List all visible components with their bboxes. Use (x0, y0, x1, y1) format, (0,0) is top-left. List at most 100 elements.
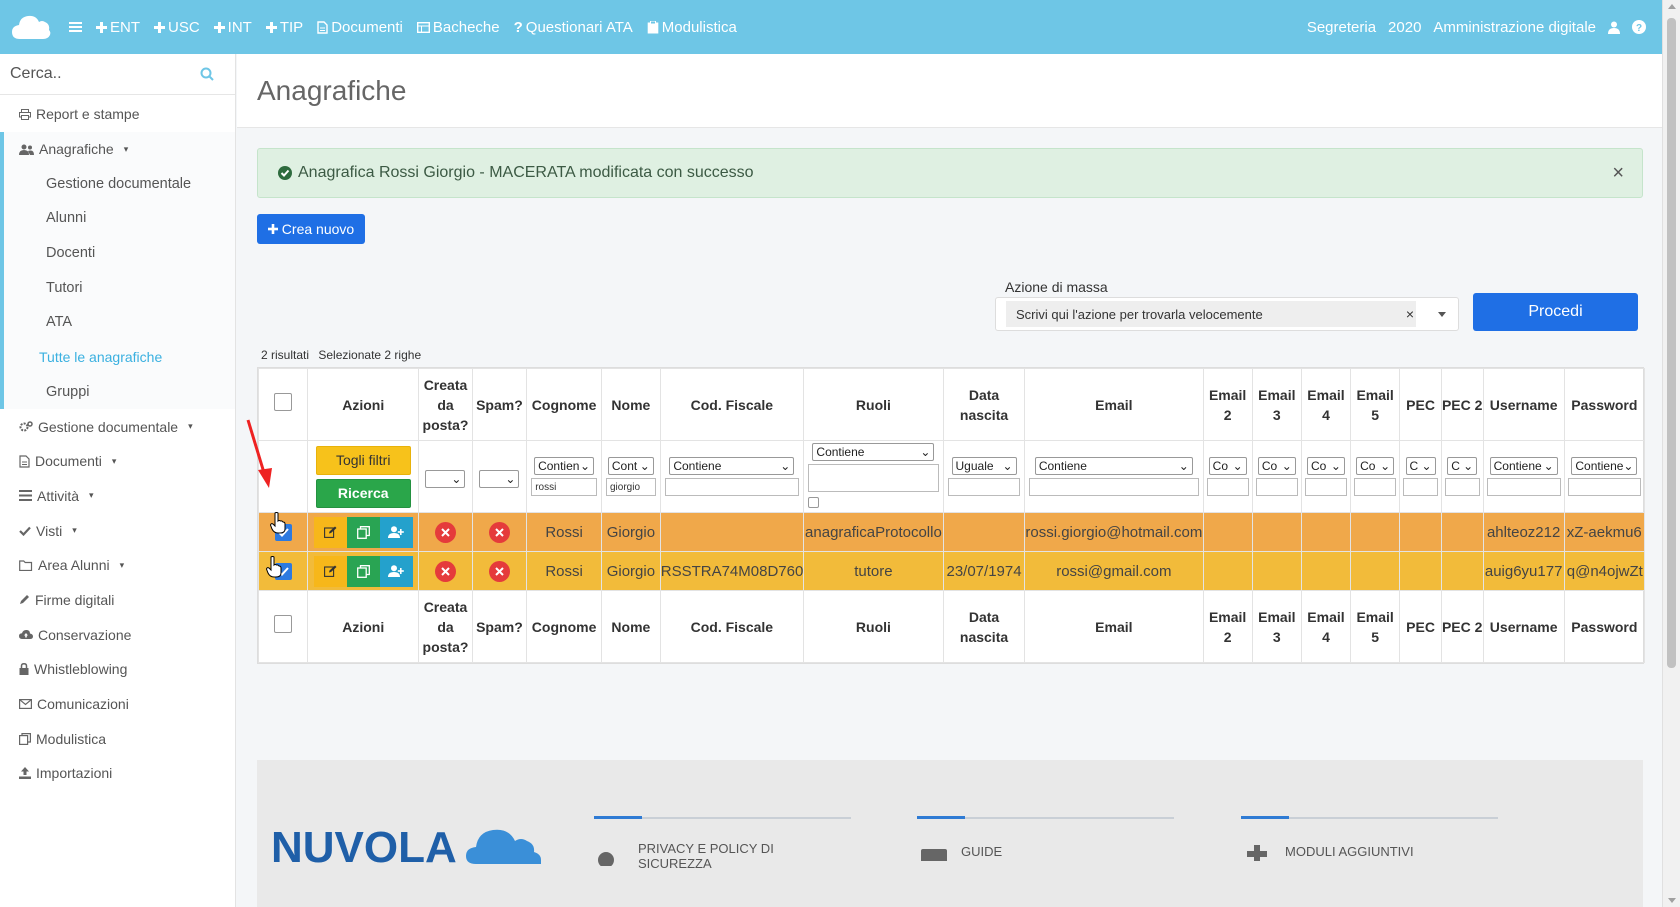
col-header[interactable]: Azioni (307, 368, 420, 441)
email3-op-select[interactable]: Co ⌄ (1257, 457, 1296, 475)
spam-filter-select[interactable]: ⌄ (479, 469, 520, 488)
sidebar-item-modulistica[interactable]: Modulistica (0, 721, 235, 756)
pec2-op-select[interactable]: C ⌄ (1447, 457, 1478, 475)
select-all-checkbox[interactable] (274, 393, 293, 411)
vertical-scrollbar[interactable] (1662, 0, 1680, 907)
email2-filter-input[interactable] (1206, 478, 1249, 496)
duplicate-button[interactable] (346, 516, 380, 548)
nav-usc[interactable]: USC (147, 19, 207, 36)
col-header[interactable]: Cognome (526, 368, 602, 441)
help-icon[interactable]: ? (1632, 20, 1646, 34)
nome-op-select[interactable]: Cont ⌄ (607, 457, 654, 475)
create-new-button[interactable]: Crea nuovo (257, 214, 365, 244)
year-label[interactable]: 2020 (1388, 19, 1421, 36)
nome-filter-input[interactable]: giorgio (605, 478, 656, 496)
col-header[interactable]: PEC 2 (1440, 368, 1484, 441)
app-label[interactable]: Amministrazione digitale (1433, 19, 1596, 36)
col-header[interactable]: Email 3 (1251, 368, 1302, 441)
col-header[interactable]: Email 2 (1202, 368, 1253, 441)
mass-action-select[interactable]: Scrivi qui l'azione per trovarla velocem… (995, 297, 1459, 331)
col-header[interactable]: Spam? (471, 368, 528, 441)
cloud-logo-icon[interactable] (0, 0, 62, 54)
sidebar-item-comunicazioni[interactable]: Comunicazioni (0, 687, 235, 722)
codfiscale-filter-input[interactable] (664, 478, 799, 496)
col-header[interactable]: PEC (1399, 368, 1442, 441)
scroll-thumb[interactable] (1667, 18, 1676, 668)
add-user-button[interactable] (379, 555, 413, 587)
email5-op-select[interactable]: Co ⌄ (1356, 457, 1395, 475)
nav-questionari[interactable]: ? Questionari ATA (507, 19, 640, 36)
pec-op-select[interactable]: C ⌄ (1405, 457, 1436, 475)
menu-toggle[interactable] (62, 21, 89, 33)
table-row[interactable]: Rossi Giorgio RSSTRA74M08D760N tutore 23… (257, 551, 1646, 591)
search-input[interactable] (10, 65, 200, 83)
pec-filter-input[interactable] (1403, 478, 1438, 496)
email-filter-input[interactable] (1029, 478, 1199, 496)
edit-button[interactable] (313, 516, 347, 548)
footer-link-guide[interactable]: GUIDE (917, 841, 1174, 861)
sidebar-item-importazioni[interactable]: Importazioni (0, 756, 235, 791)
sidebar-item-firme[interactable]: Firme digitali (0, 583, 235, 618)
ruoli-op-select[interactable]: Contiene ⌄ (812, 443, 935, 461)
col-header[interactable]: Username (1482, 368, 1565, 441)
nav-bacheche[interactable]: Bacheche (410, 19, 507, 36)
sidebar-item-gestione-documentale[interactable]: Gestione documentale ▾ (0, 409, 235, 444)
col-header[interactable]: Data nascita (942, 368, 1026, 441)
footer-link-privacy[interactable]: PRIVACY E POLICY DI SICUREZZA (594, 841, 851, 871)
col-header[interactable]: Creata da posta? (418, 368, 473, 441)
footer-link-moduli[interactable]: MODULI AGGIUNTIVI (1241, 841, 1498, 861)
ruoli-filter-input[interactable] (807, 464, 939, 492)
office-label[interactable]: Segreteria (1307, 19, 1376, 36)
sidebar-item-gruppi[interactable]: Gruppi (4, 375, 235, 410)
cognome-filter-input[interactable]: rossi (531, 478, 597, 496)
email-op-select[interactable]: Contiene ⌄ (1034, 457, 1193, 475)
sidebar-item-tutori[interactable]: Tutori (4, 270, 235, 305)
email4-filter-input[interactable] (1304, 478, 1348, 496)
password-filter-input[interactable] (1567, 478, 1641, 496)
user-icon[interactable] (1608, 21, 1620, 34)
col-header[interactable]: Ruoli (802, 368, 944, 441)
password-op-select[interactable]: Contiene ⌄ (1571, 457, 1638, 475)
username-filter-input[interactable] (1486, 478, 1561, 496)
clear-filters-button[interactable]: Togli filtri (315, 445, 411, 475)
dropdown-arrow-icon[interactable] (1438, 312, 1446, 317)
sidebar-item-gestione-doc-sub[interactable]: Gestione documentale (4, 166, 235, 201)
sidebar-item-alunni[interactable]: Alunni (4, 201, 235, 236)
sidebar-item-documenti[interactable]: Documenti ▾ (0, 444, 235, 479)
sidebar-item-report[interactable]: Report e stampe (0, 97, 235, 132)
col-header[interactable]: Email 5 (1350, 368, 1401, 441)
nav-tip[interactable]: TIP (259, 19, 310, 36)
add-user-button[interactable] (379, 516, 413, 548)
sidebar-item-conservazione[interactable]: Conservazione (0, 617, 235, 652)
proceed-button[interactable]: Procedi (1473, 293, 1638, 331)
sidebar-item-area-alunni[interactable]: Area Alunni ▾ (0, 548, 235, 583)
close-icon[interactable]: × (1612, 162, 1624, 185)
sidebar-item-docenti[interactable]: Docenti (4, 236, 235, 271)
sidebar-item-whistleblowing[interactable]: Whistleblowing (0, 652, 235, 687)
email4-op-select[interactable]: Co ⌄ (1306, 457, 1345, 475)
col-header[interactable]: Password (1563, 368, 1646, 441)
nav-ent[interactable]: ENT (89, 19, 147, 36)
mass-action-value[interactable]: Scrivi qui l'azione per trovarla velocem… (1006, 301, 1416, 327)
col-header[interactable]: Cod. Fiscale (659, 368, 804, 441)
nav-modulistica[interactable]: Modulistica (640, 19, 744, 36)
nascita-filter-input[interactable] (947, 478, 1021, 496)
sidebar-item-tutte-anagrafiche[interactable]: Tutte le anagrafiche (4, 340, 235, 375)
col-header[interactable]: Nome (600, 368, 661, 441)
scroll-up-icon[interactable] (1668, 4, 1676, 9)
email3-filter-input[interactable] (1255, 478, 1298, 496)
email5-filter-input[interactable] (1354, 478, 1397, 496)
cognome-op-select[interactable]: Contien ⌄ (534, 457, 595, 475)
scroll-down-icon[interactable] (1668, 898, 1676, 903)
email2-op-select[interactable]: Co ⌄ (1208, 457, 1247, 475)
col-header[interactable]: Email (1024, 368, 1204, 441)
sidebar-item-attivita[interactable]: Attività ▾ (0, 479, 235, 514)
search-button[interactable]: Ricerca (315, 478, 411, 508)
nav-int[interactable]: INT (207, 19, 259, 36)
nascita-op-select[interactable]: Uguale ⌄ (951, 457, 1017, 475)
codfiscale-op-select[interactable]: Contiene ⌄ (669, 457, 795, 475)
clear-icon[interactable]: × (1406, 306, 1414, 322)
edit-button[interactable] (313, 555, 347, 587)
nav-documenti[interactable]: Documenti (310, 19, 410, 36)
select-all-checkbox[interactable] (274, 615, 293, 633)
